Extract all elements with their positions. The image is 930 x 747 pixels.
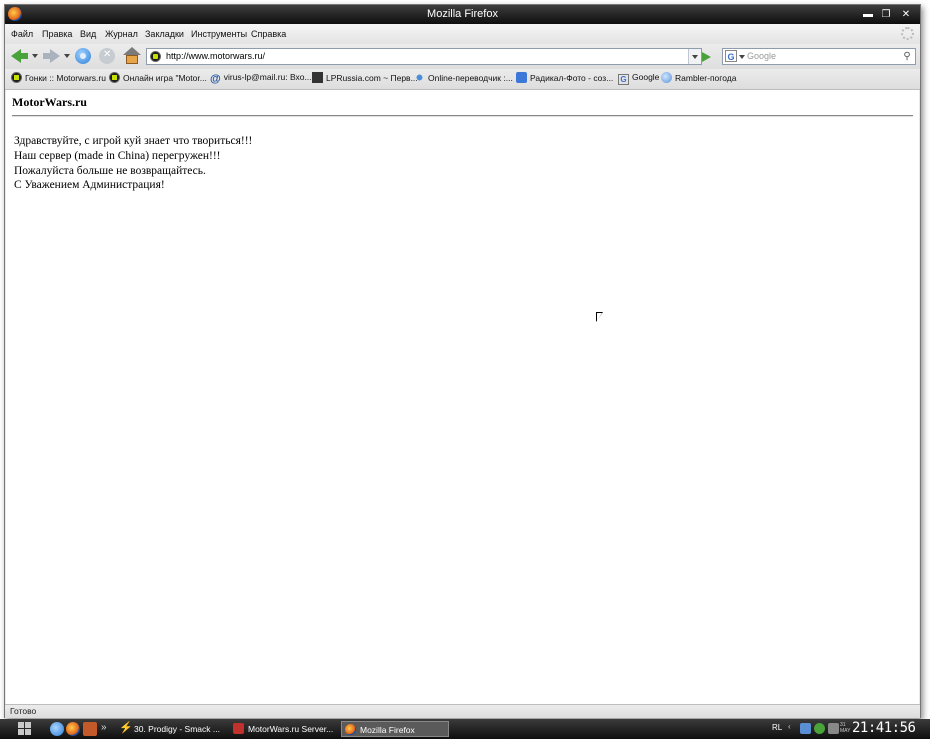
bookmark-item[interactable]: Радикал-Фото - соз...	[516, 72, 613, 86]
menu-bar: Файл Правка Вид Журнал Закладки Инструме…	[5, 24, 920, 44]
close-button[interactable]: ✕	[898, 8, 914, 21]
status-text: Готово	[10, 706, 37, 716]
stop-button[interactable]	[97, 46, 117, 66]
menu-view[interactable]: Вид	[80, 29, 96, 39]
motorwars-red-icon	[233, 723, 244, 734]
radikal-icon	[516, 72, 527, 83]
mouse-cursor-icon	[596, 312, 603, 322]
taskbar: » ⚡ 30. Prodigy - Smack ... MotorWars.ru…	[0, 719, 930, 739]
menu-tools[interactable]: Инструменты	[191, 29, 247, 39]
google-engine-icon[interactable]: G	[725, 50, 737, 62]
bookmark-item[interactable]: G Google	[618, 72, 659, 86]
site-favicon-icon	[150, 51, 161, 62]
taskbar-item-active[interactable]: Mozilla Firefox	[341, 721, 449, 737]
browser-window: Mozilla Firefox ▬ ❐ ✕ Файл Правка Вид Жу…	[4, 4, 921, 718]
google-icon: G	[618, 74, 629, 85]
language-indicator[interactable]: RL	[772, 723, 782, 732]
firefox-icon[interactable]	[66, 722, 80, 736]
internet-explorer-icon[interactable]	[50, 722, 64, 736]
back-button[interactable]	[9, 46, 29, 66]
mailru-at-icon: @	[210, 73, 221, 85]
bookmark-item[interactable]: LPRussia.com ~ Перв...	[312, 72, 418, 86]
quicklaunch-more-icon[interactable]: »	[101, 722, 107, 733]
window-title: Mozilla Firefox	[427, 8, 498, 20]
tray-clock[interactable]: 21:41:56	[852, 720, 916, 736]
tray-network-icon[interactable]	[800, 723, 811, 734]
motorwars-icon	[109, 72, 120, 83]
motorwars-icon	[11, 72, 22, 83]
message-line: Пожалуйста больше не возвращайтесь.	[14, 165, 206, 177]
navigation-toolbar: http://www.motorwars.ru/ G Google ⚲	[5, 44, 920, 69]
bookmark-item[interactable]: @ virus-lp@mail.ru: Вхо...	[210, 72, 312, 86]
message-line: Здравствуйте, с игрой куй знает что твор…	[14, 135, 253, 147]
translator-icon	[414, 72, 425, 83]
bookmark-item[interactable]: Гонки :: Motorwars.ru	[11, 72, 106, 86]
tray-collapse-icon[interactable]: ‹	[788, 722, 791, 731]
menu-bookmarks[interactable]: Закладки	[145, 29, 184, 39]
forward-button[interactable]	[41, 46, 61, 66]
url-bar[interactable]: http://www.motorwars.ru/	[146, 48, 702, 65]
message-line: С Уважением Администрация!	[14, 179, 165, 191]
tray-volume-icon[interactable]	[828, 723, 839, 734]
start-button[interactable]	[18, 722, 32, 736]
divider	[12, 115, 913, 117]
menu-edit[interactable]: Правка	[42, 29, 72, 39]
winamp-bolt-icon: ⚡	[119, 722, 133, 734]
status-bar: Готово	[5, 704, 920, 718]
bookmarks-toolbar: Гонки :: Motorwars.ru Онлайн игра "Motor…	[5, 69, 920, 90]
search-engine-dropdown[interactable]	[739, 55, 745, 59]
quicklaunch-app-icon[interactable]	[83, 722, 97, 736]
menu-file[interactable]: Файл	[11, 29, 33, 39]
url-history-dropdown[interactable]	[688, 49, 701, 64]
page-content: MotorWars.ru Здравствуйте, с игрой куй з…	[6, 90, 919, 704]
rambler-icon	[661, 72, 672, 83]
bookmark-item[interactable]: Online-переводчик :...	[414, 72, 513, 86]
search-input[interactable]: Google	[747, 51, 776, 61]
forward-history-dropdown[interactable]	[64, 54, 70, 58]
firefox-icon	[345, 724, 356, 735]
title-bar[interactable]: Mozilla Firefox ▬ ❐ ✕	[5, 5, 920, 24]
message-line: Наш сервер (made in China) перегружен!!!	[14, 150, 221, 162]
lprussia-icon	[312, 72, 323, 83]
search-icon[interactable]: ⚲	[900, 50, 914, 63]
tray-antivirus-icon[interactable]	[814, 723, 825, 734]
page-title: MotorWars.ru	[12, 95, 87, 109]
menu-help[interactable]: Справка	[251, 29, 286, 39]
tray-date: 31 MAY	[840, 722, 851, 734]
bookmark-item[interactable]: Онлайн игра "Motor...	[109, 72, 207, 86]
reload-button[interactable]	[73, 46, 93, 66]
go-button[interactable]	[702, 52, 711, 62]
taskbar-item[interactable]: MotorWars.ru Server...	[230, 721, 338, 737]
taskbar-item[interactable]: ⚡ 30. Prodigy - Smack ...	[116, 721, 228, 737]
url-input[interactable]: http://www.motorwars.ru/	[166, 51, 265, 61]
search-box[interactable]: G Google ⚲	[722, 48, 916, 65]
bookmark-item[interactable]: Rambler-погода	[661, 72, 736, 86]
minimize-button[interactable]: ▬	[860, 8, 876, 21]
maximize-button[interactable]: ❐	[878, 8, 894, 21]
back-history-dropdown[interactable]	[32, 54, 38, 58]
home-button[interactable]	[122, 46, 142, 66]
menu-history[interactable]: Журнал	[105, 29, 138, 39]
throbber-icon	[901, 27, 914, 40]
